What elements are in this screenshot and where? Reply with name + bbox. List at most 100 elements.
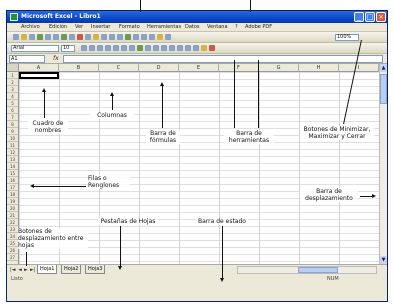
active-cell[interactable] (19, 72, 59, 79)
research-icon[interactable] (69, 34, 75, 40)
drawing-icon[interactable] (165, 34, 171, 40)
row-header[interactable]: 2 (7, 79, 18, 86)
cut-icon[interactable] (77, 34, 83, 40)
currency-icon[interactable] (137, 45, 143, 51)
row-header[interactable]: 8 (7, 121, 18, 128)
column-header[interactable]: B (59, 64, 99, 72)
column-header[interactable]: C (99, 64, 139, 72)
decrease-decimal-icon[interactable] (169, 45, 175, 51)
format-painter-icon[interactable] (101, 34, 107, 40)
align-center-icon[interactable] (113, 45, 119, 51)
row-header[interactable]: 4 (7, 93, 18, 100)
horizontal-scroll-thumb[interactable] (298, 267, 338, 273)
menu-herramientas[interactable]: Herramientas (147, 24, 181, 30)
vertical-scroll-thumb[interactable] (380, 74, 387, 104)
row-header[interactable]: 20 (7, 205, 18, 212)
redo-icon[interactable] (117, 34, 123, 40)
row-header[interactable]: 21 (7, 212, 18, 219)
row-header[interactable]: 6 (7, 107, 18, 114)
row-header[interactable]: 12 (7, 149, 18, 156)
menu-insertar[interactable]: Insertar (91, 24, 110, 30)
standard-toolbar-icons[interactable] (13, 34, 173, 41)
bold-icon[interactable] (81, 45, 87, 51)
italic-icon[interactable] (89, 45, 95, 51)
row-header[interactable]: 22 (7, 219, 18, 226)
percent-icon[interactable] (145, 45, 151, 51)
align-left-icon[interactable] (105, 45, 111, 51)
menu-datos[interactable]: Datos (185, 24, 200, 30)
minimize-button[interactable]: _ (354, 12, 364, 22)
row-header[interactable]: 17 (7, 184, 18, 191)
horizontal-scrollbar[interactable] (237, 266, 377, 274)
menu-ver[interactable]: Ver (75, 24, 83, 30)
menu-ayuda[interactable]: ? (235, 24, 238, 30)
increase-indent-icon[interactable] (185, 45, 191, 51)
fx-icon[interactable]: fx (53, 55, 59, 62)
underline-icon[interactable] (97, 45, 103, 51)
last-sheet-icon[interactable]: ►| (30, 267, 36, 273)
menu-adobe-pdf[interactable]: Adobe PDF (245, 24, 272, 30)
spelling-icon[interactable] (61, 34, 67, 40)
vertical-scrollbar[interactable]: ▲ ▼ (379, 64, 387, 264)
menu-archivo[interactable]: Archivo (21, 24, 40, 30)
column-header[interactable]: H (299, 64, 339, 72)
row-header[interactable]: 16 (7, 177, 18, 184)
sheet-tab-hoja3[interactable]: Hoja3 (85, 265, 106, 274)
permission-icon[interactable] (37, 34, 43, 40)
column-header[interactable]: D (139, 64, 179, 72)
column-header[interactable]: I (339, 64, 379, 72)
increase-decimal-icon[interactable] (161, 45, 167, 51)
sort-asc-icon[interactable] (141, 34, 147, 40)
paste-icon[interactable] (93, 34, 99, 40)
scroll-down-icon[interactable]: ▼ (380, 256, 387, 264)
font-size-select[interactable]: 10 (61, 45, 75, 52)
comma-icon[interactable] (153, 45, 159, 51)
row-header[interactable]: 14 (7, 163, 18, 170)
align-right-icon[interactable] (121, 45, 127, 51)
name-box[interactable]: A1 (9, 55, 45, 63)
new-icon[interactable] (13, 34, 19, 40)
row-header[interactable]: 23 (7, 226, 18, 233)
sheet-tab-hoja1[interactable]: Hoja1 (37, 265, 58, 274)
borders-icon[interactable] (193, 45, 199, 51)
row-header[interactable]: 11 (7, 142, 18, 149)
row-header[interactable]: 10 (7, 135, 18, 142)
row-header[interactable]: 5 (7, 100, 18, 107)
font-name-select[interactable]: Arial (11, 45, 59, 52)
copy-icon[interactable] (85, 34, 91, 40)
menu-ventana[interactable]: Ventana (207, 24, 228, 30)
hyperlink-icon[interactable] (125, 34, 131, 40)
row-header[interactable]: 24 (7, 233, 18, 240)
column-header[interactable]: F (219, 64, 259, 72)
preview-icon[interactable] (53, 34, 59, 40)
row-header[interactable]: 25 (7, 240, 18, 247)
open-icon[interactable] (21, 34, 27, 40)
column-header[interactable]: G (259, 64, 299, 72)
row-header[interactable]: 7 (7, 114, 18, 121)
menu-formato[interactable]: Formato (119, 24, 140, 30)
row-header[interactable]: 3 (7, 86, 18, 93)
fill-color-icon[interactable] (201, 45, 207, 51)
column-header[interactable]: A (19, 64, 59, 72)
row-header[interactable]: 27 (7, 254, 18, 261)
scroll-up-icon[interactable]: ▲ (380, 64, 387, 72)
row-header[interactable]: 9 (7, 128, 18, 135)
zoom-select[interactable]: 100% (335, 34, 359, 41)
sheet-tab-hoja2[interactable]: Hoja2 (61, 265, 82, 274)
merge-center-icon[interactable] (129, 45, 135, 51)
first-sheet-icon[interactable]: |◄ (10, 267, 16, 273)
close-button[interactable]: × (376, 12, 386, 22)
select-all-button[interactable] (7, 64, 19, 72)
sort-desc-icon[interactable] (149, 34, 155, 40)
print-icon[interactable] (45, 34, 51, 40)
row-header[interactable]: 18 (7, 191, 18, 198)
save-icon[interactable] (29, 34, 35, 40)
row-header[interactable]: 1 (7, 72, 18, 79)
undo-icon[interactable] (109, 34, 115, 40)
prev-sheet-icon[interactable]: ◄ (18, 267, 22, 273)
column-header[interactable]: E (179, 64, 219, 72)
maximize-button[interactable]: □ (365, 12, 375, 22)
font-color-icon[interactable] (209, 45, 215, 51)
row-header[interactable]: 15 (7, 170, 18, 177)
next-sheet-icon[interactable]: ► (24, 267, 28, 273)
